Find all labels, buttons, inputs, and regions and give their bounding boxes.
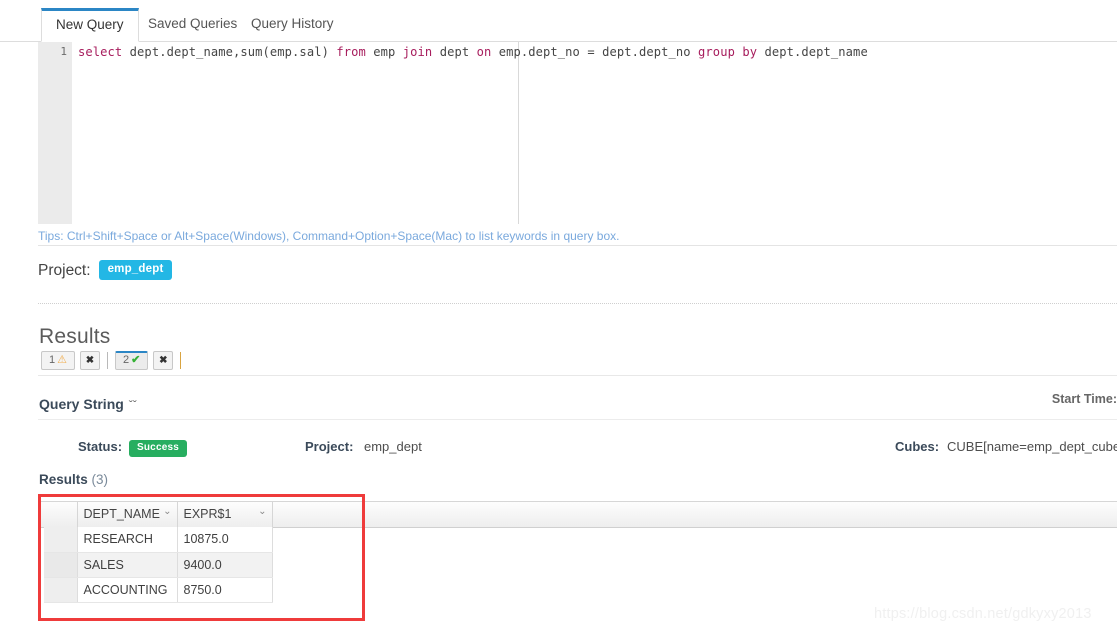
result-tab-1[interactable]: 1 ⚠ — [41, 351, 75, 370]
section-divider — [38, 303, 1117, 304]
result-grid: DEPT_NAME ⌄ EXPR$1 ⌄ RESEARCH 10875.0 SALE… — [38, 501, 1117, 621]
result-tabs-divider — [38, 375, 1117, 376]
tab-divider-1 — [107, 352, 108, 369]
results-count-text: Results — [39, 472, 88, 487]
start-time-label: Start Time: — [1051, 392, 1117, 406]
project-badge[interactable]: emp_dept — [98, 260, 173, 280]
query-string-divider — [38, 419, 1117, 420]
watermark: https://blog.csdn.net/gdkyxy2013 — [874, 606, 1092, 622]
query-string-label: Query String — [39, 396, 124, 412]
sql-identifier: emp — [373, 45, 403, 59]
result-tab-strip: 1 ⚠ ✖ 2 ✔ ✖ — [41, 351, 188, 373]
table-row[interactable]: ACCOUNTING 8750.0 — [44, 577, 273, 603]
result-tab-2-close-button[interactable]: ✖ — [153, 351, 174, 370]
status-cubes-label: Cubes: — [895, 439, 940, 454]
table-row[interactable]: SALES 9400.0 — [44, 552, 273, 578]
sql-keyword: from — [336, 45, 374, 59]
chevron-down-icon: ˇˇ — [128, 398, 137, 412]
table-cell: SALES — [77, 552, 178, 578]
editor-tips: Tips: Ctrl+Shift+Space or Alt+Space(Wind… — [38, 229, 620, 243]
line-number: 1 — [60, 45, 67, 58]
sql-keyword: join — [402, 45, 440, 59]
table-cell: 9400.0 — [177, 552, 273, 578]
sql-keyword: select — [78, 45, 130, 59]
status-project-value: emp_dept — [364, 439, 422, 454]
tab-saved-queries-label: Saved Queries — [148, 16, 238, 31]
status-label: Status: — [78, 439, 123, 454]
table-cell: 10875.0 — [177, 527, 273, 553]
results-count-number: (3) — [91, 472, 109, 487]
status-project-label: Project: — [305, 439, 354, 454]
sql-keyword: on — [476, 45, 499, 59]
table-cell: ACCOUNTING — [77, 577, 178, 603]
column-header-index[interactable] — [44, 501, 78, 527]
result-table: DEPT_NAME ⌄ EXPR$1 ⌄ RESEARCH 10875.0 SALE… — [44, 501, 273, 603]
column-header-dept-name-label: DEPT_NAME — [83, 507, 160, 521]
sql-identifier: dept — [439, 45, 477, 59]
chevron-down-icon[interactable]: ⌄ — [258, 506, 266, 517]
table-cell-index — [44, 577, 78, 603]
tab-new-query[interactable]: New Query — [41, 8, 139, 42]
editor-ruler-line — [518, 42, 519, 224]
project-selector-row: Project: emp_dept — [38, 259, 173, 283]
tab-new-query-label: New Query — [56, 17, 124, 32]
editor-tab-bar: New Query Saved Queries Query History — [0, 0, 1117, 42]
query-string-toggle[interactable]: Query String ˇˇ — [39, 396, 137, 412]
chevron-down-icon[interactable]: ⌄ — [163, 506, 171, 517]
column-header-dept-name[interactable]: DEPT_NAME ⌄ — [77, 501, 178, 527]
column-header-expr1-label: EXPR$1 — [183, 507, 232, 521]
column-header-expr1[interactable]: EXPR$1 ⌄ — [177, 501, 273, 527]
tips-divider — [38, 245, 1117, 246]
tab-saved-queries[interactable]: Saved Queries — [134, 8, 251, 42]
check-icon: ✔ — [131, 354, 141, 366]
sql-keyword: group by — [698, 45, 765, 59]
result-tab-2-number: 2 — [123, 354, 130, 366]
table-row[interactable]: RESEARCH 10875.0 — [44, 527, 273, 553]
sql-identifier: dept.dept_name — [764, 45, 868, 59]
table-cell-index — [44, 552, 78, 578]
status-cubes-value: CUBE[name=emp_dept_cube] — [947, 439, 1117, 454]
status-badge: Success — [129, 440, 187, 457]
table-cell: 8750.0 — [177, 577, 273, 603]
tab-divider-2 — [180, 352, 182, 369]
table-cell-index — [44, 527, 78, 553]
sql-identifier: dept.dept_name,sum(emp.sal) — [129, 45, 337, 59]
project-label: Project: — [38, 262, 91, 279]
table-cell: RESEARCH — [77, 527, 178, 553]
result-tab-1-number: 1 — [49, 354, 56, 366]
results-heading: Results — [39, 325, 111, 348]
query-status-row: Status: Success Project: emp_dept Cubes:… — [0, 437, 1117, 459]
table-header-row: DEPT_NAME ⌄ EXPR$1 ⌄ — [44, 501, 273, 527]
editor-gutter: 1 — [38, 42, 72, 224]
results-count-label: Results (3) — [39, 472, 108, 487]
result-tab-1-close-button[interactable]: ✖ — [80, 351, 100, 370]
sql-identifier: emp.dept_no = dept.dept_no — [498, 45, 699, 59]
warning-icon: ⚠ — [57, 354, 67, 366]
tab-query-history[interactable]: Query History — [237, 8, 348, 42]
result-tab-2[interactable]: 2 ✔ — [115, 351, 149, 370]
sql-editor[interactable]: 1 select dept.dept_name,sum(emp.sal) fro… — [38, 42, 1117, 224]
tab-query-history-label: Query History — [251, 16, 334, 31]
sql-code-line[interactable]: select dept.dept_name,sum(emp.sal) from … — [78, 44, 868, 60]
